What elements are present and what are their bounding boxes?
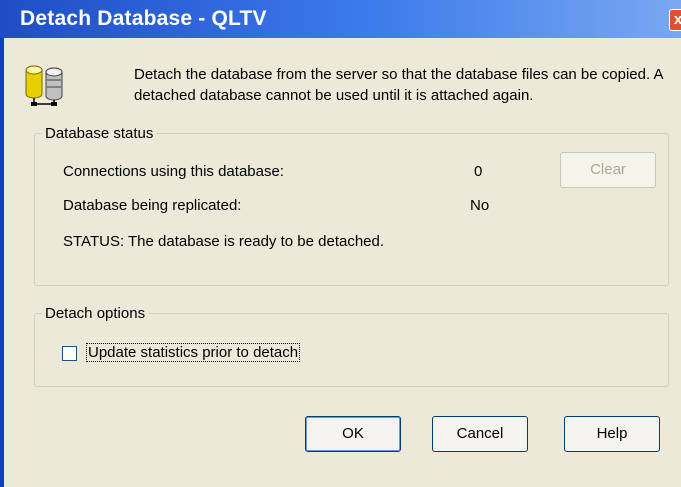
- database-status-legend: Database status: [45, 125, 154, 142]
- cancel-button[interactable]: Cancel: [432, 416, 528, 452]
- help-button-label: Help: [596, 425, 628, 442]
- replicated-value: No: [470, 197, 490, 214]
- window-title: Detach Database - QLTV: [20, 7, 267, 30]
- ok-button-label: OK: [342, 425, 364, 442]
- clear-button-label: Clear: [590, 161, 626, 178]
- close-button[interactable]: x: [669, 9, 681, 31]
- connections-value: 0: [474, 163, 483, 180]
- window-frame-left: [0, 38, 4, 487]
- intro-text: Detach the database from the server so t…: [134, 66, 663, 104]
- help-button[interactable]: Help: [564, 416, 660, 452]
- cancel-button-label: Cancel: [456, 425, 504, 442]
- update-statistics-checkbox[interactable]: [62, 346, 77, 361]
- status-text: STATUS: The database is ready to be deta…: [63, 233, 385, 250]
- detach-options-legend: Detach options: [45, 305, 146, 322]
- update-statistics-label[interactable]: Update statistics prior to detach: [86, 343, 301, 362]
- replicated-label: Database being replicated:: [63, 197, 242, 214]
- ok-button[interactable]: OK: [305, 416, 401, 452]
- clear-button[interactable]: Clear: [560, 152, 656, 188]
- connections-label: Connections using this database:: [63, 163, 284, 180]
- database-cylinders-icon: [25, 65, 63, 106]
- close-icon: x: [673, 11, 681, 28]
- title-bar: Detach Database - QLTV x: [0, 0, 681, 38]
